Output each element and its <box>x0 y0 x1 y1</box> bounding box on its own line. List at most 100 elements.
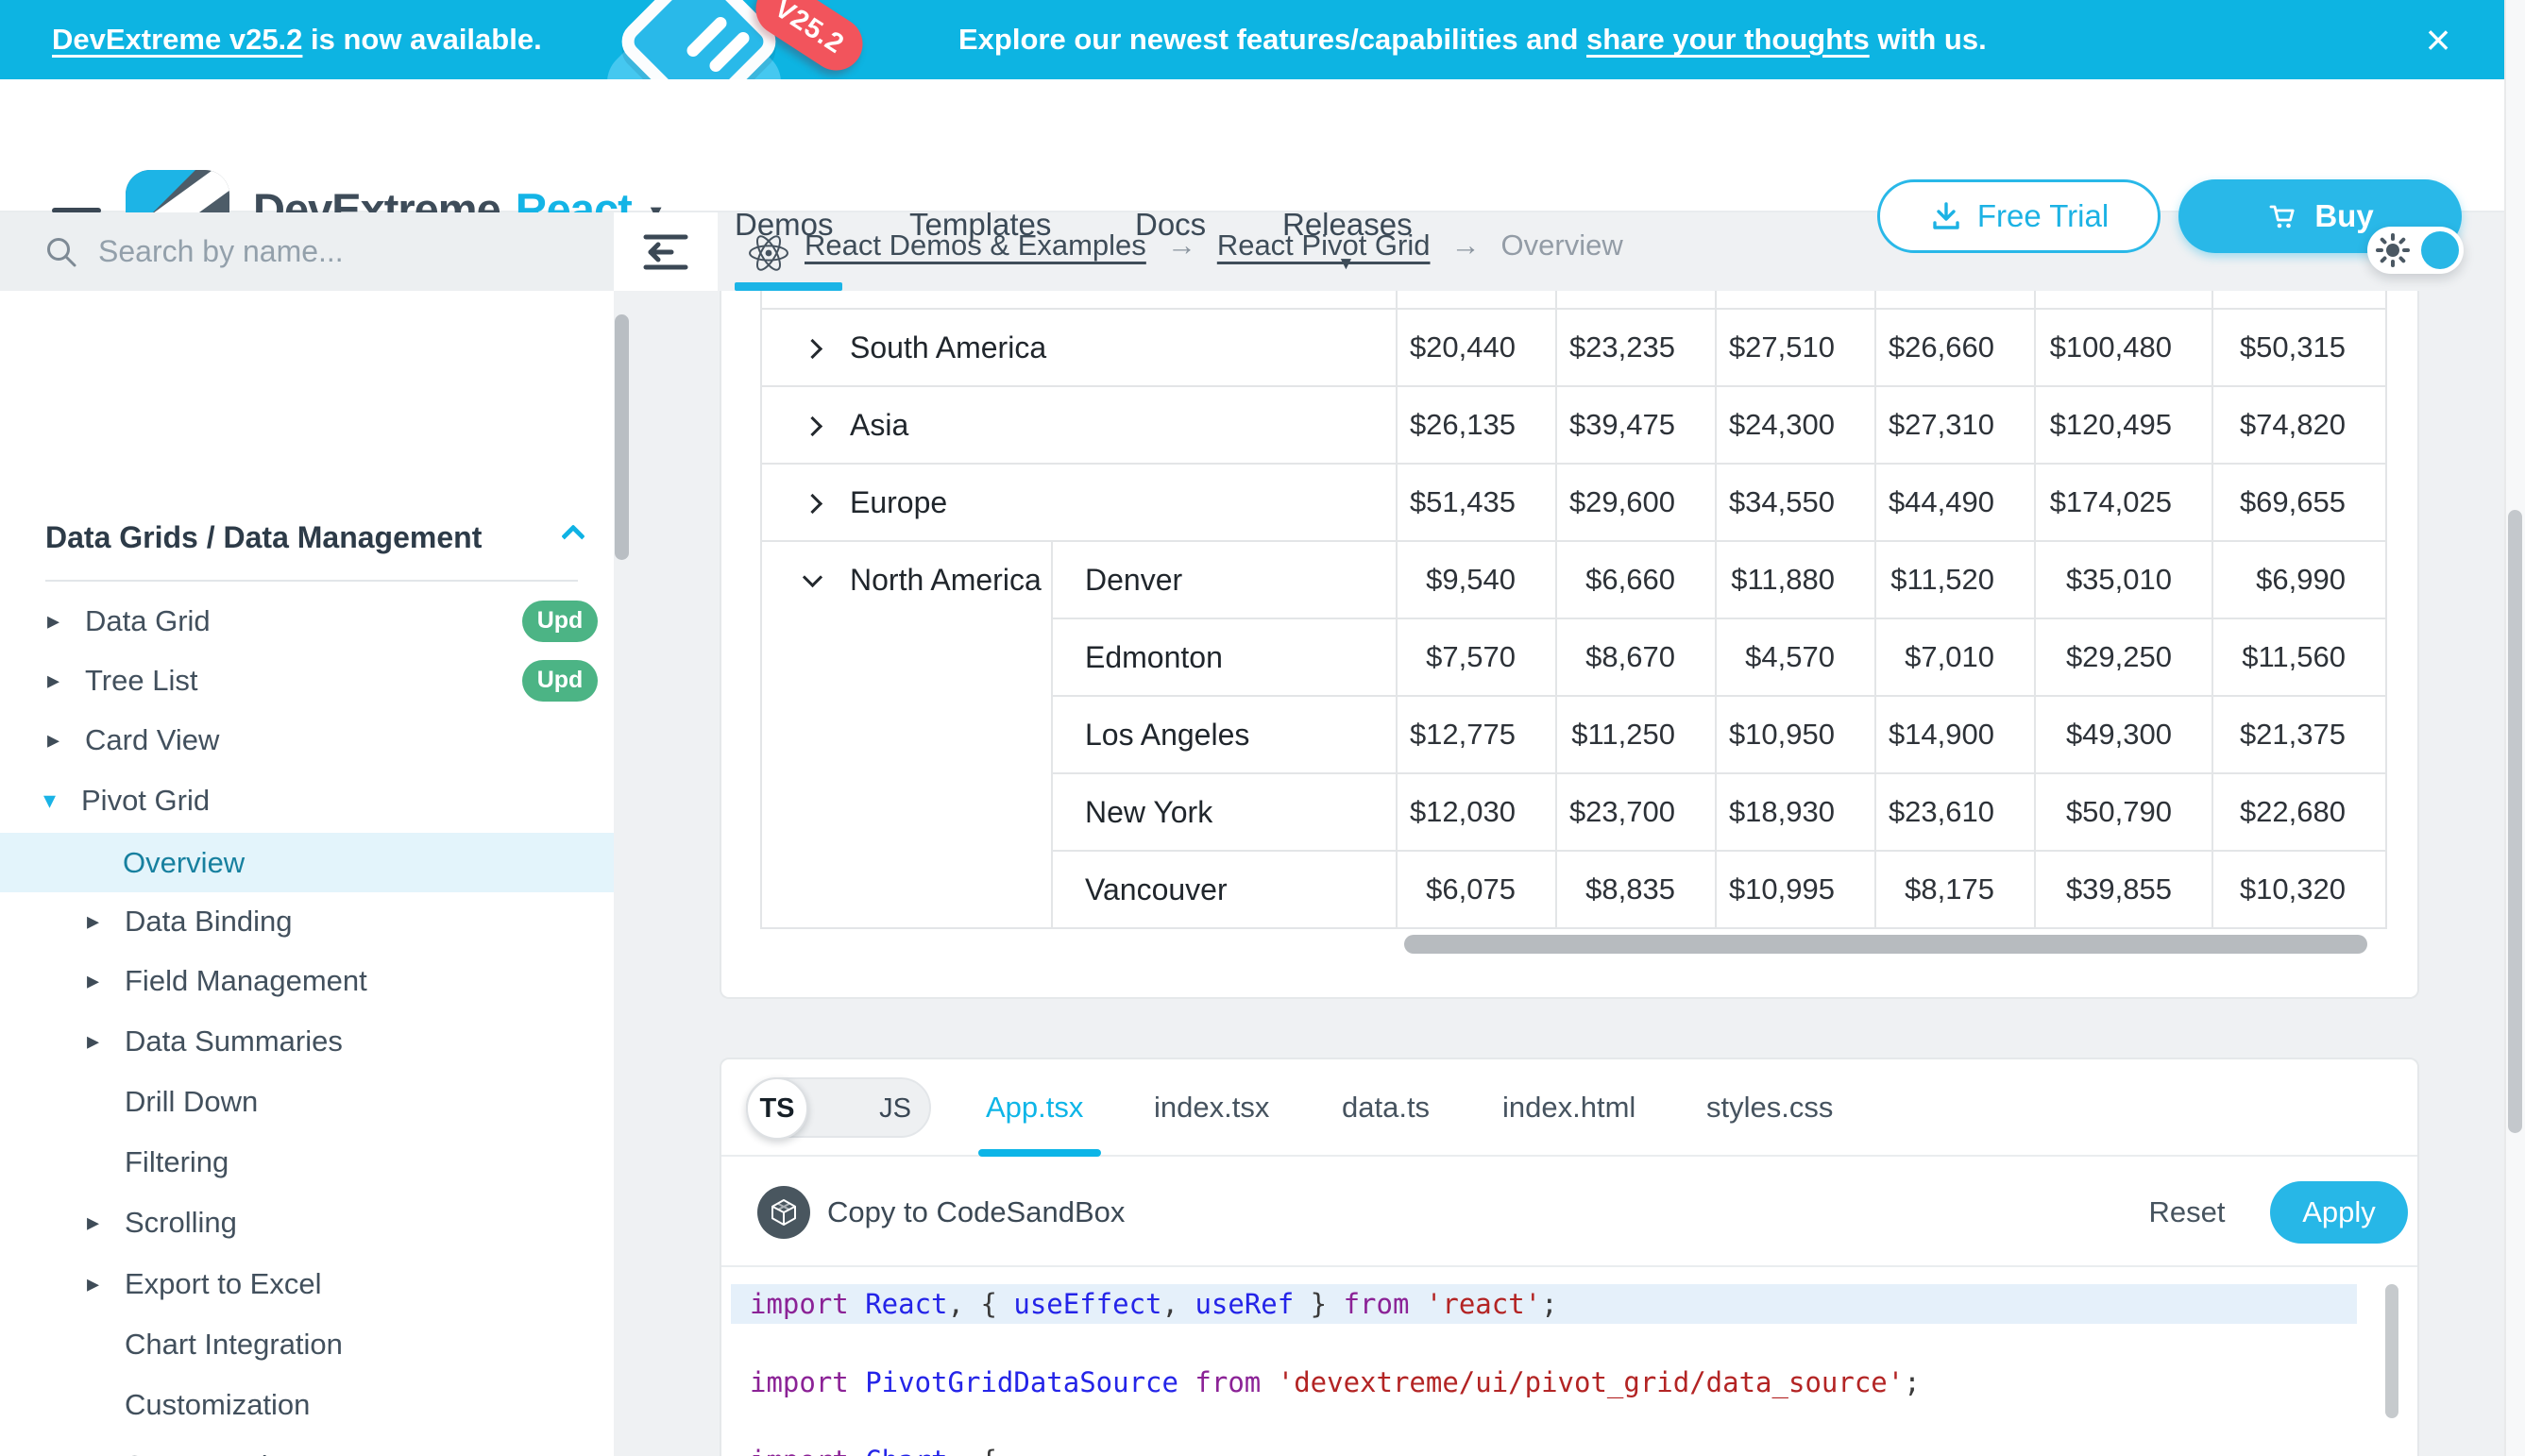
chevron-down-icon[interactable] <box>803 567 822 587</box>
share-thoughts-link[interactable]: share your thoughts <box>1586 23 1870 57</box>
row-header-city[interactable]: Denver <box>1052 541 1397 618</box>
tab-index-tsx[interactable]: index.tsx <box>1154 1091 1269 1125</box>
code-line: import Chart, { <box>731 1441 2357 1456</box>
version-link[interactable]: DevExtreme v25.2 <box>52 23 302 57</box>
cell-value: $22,680 <box>2212 773 2386 851</box>
banner-version-text: DevExtreme v25.2 is now available. <box>52 0 542 79</box>
triangle-right-icon: ▸ <box>87 1269 125 1298</box>
cell-value: $4,570 <box>1716 618 1875 696</box>
sidebar-item-export-to-excel[interactable]: ▸ Export to Excel <box>0 1254 614 1313</box>
sidebar-item-scrolling[interactable]: ▸ Scrolling <box>0 1193 614 1252</box>
pivot-grid-demo: South America $20,440 $23,235 $27,510 $2… <box>720 291 2419 999</box>
cell-value: $44,490 <box>1875 464 2035 541</box>
row-header-city[interactable]: Vancouver <box>1052 851 1397 928</box>
sidebar-item-overview[interactable]: Overview <box>0 833 614 892</box>
sidebar-scrollbar[interactable] <box>615 314 629 560</box>
chevron-right-icon[interactable] <box>803 415 822 435</box>
cell-value: $26,135 <box>1397 386 1556 464</box>
js-option[interactable]: JS <box>857 1079 933 1138</box>
breadcrumb: React Demos & Examples → React Pivot Gri… <box>805 223 1623 268</box>
cell-value: $10,995 <box>1716 851 1875 928</box>
sidebar-item-pivot-grid[interactable]: ▾ Pivot Grid <box>0 770 614 830</box>
chevron-right-icon[interactable] <box>803 493 822 513</box>
triangle-right-icon: ▸ <box>87 966 125 995</box>
table-row-europe: Europe $51,435 $29,600 $34,550 $44,490 $… <box>761 464 2386 541</box>
sidebar-item-chart-integration[interactable]: Chart Integration <box>0 1314 614 1374</box>
upd-badge: Upd <box>522 660 598 702</box>
react-icon <box>746 230 791 276</box>
theme-toggle[interactable] <box>2367 227 2464 274</box>
sidebar-item-drill-down[interactable]: Drill Down <box>0 1072 614 1131</box>
row-header-region[interactable]: Asia <box>761 386 1397 464</box>
free-trial-button[interactable]: Free Trial <box>1877 179 2161 253</box>
breadcrumb-demos-examples[interactable]: React Demos & Examples <box>805 229 1146 262</box>
table-row-denver: North America Denver $9,540 $6,660 $11,8… <box>761 541 2386 618</box>
tab-active-underline <box>978 1149 1101 1157</box>
sidebar-item-data-binding[interactable]: ▸ Data Binding <box>0 891 614 951</box>
tab-app-tsx[interactable]: App.tsx <box>986 1091 1083 1125</box>
page-scrollbar[interactable] <box>2508 510 2522 1133</box>
codesandbox-icon[interactable] <box>757 1186 810 1239</box>
cell-value: $7,010 <box>1875 618 2035 696</box>
ts-option-knob[interactable]: TS <box>746 1077 808 1140</box>
cell-value: $26,660 <box>1875 309 2035 386</box>
search-input[interactable] <box>98 234 551 269</box>
sidebar-item-data-summaries[interactable]: ▸ Data Summaries <box>0 1011 614 1071</box>
cell-value: $49,300 <box>2035 696 2212 773</box>
sidebar-item-tree-list[interactable]: ▸ Tree List Upd <box>0 651 614 710</box>
cell-value: $11,560 <box>2212 618 2386 696</box>
chevron-right-icon[interactable] <box>803 338 822 358</box>
code-tabs-row: JS TS App.tsx index.tsx data.ts index.ht… <box>721 1059 2417 1157</box>
cell-value: $29,600 <box>1556 464 1716 541</box>
cell-value: $11,880 <box>1716 541 1875 618</box>
banner-close-icon[interactable]: × <box>2410 0 2466 79</box>
code-scrollbar[interactable] <box>2385 1284 2398 1418</box>
triangle-right-icon: ▸ <box>87 906 125 936</box>
tab-index-html[interactable]: index.html <box>1502 1091 1635 1125</box>
sidebar-item-customization[interactable]: Customization <box>0 1375 614 1434</box>
collapse-sidebar-button[interactable] <box>614 212 718 291</box>
cell-value: $29,250 <box>2035 618 2212 696</box>
tab-data-ts[interactable]: data.ts <box>1342 1091 1430 1125</box>
chevron-up-icon[interactable] <box>561 524 585 548</box>
code-panel: JS TS App.tsx index.tsx data.ts index.ht… <box>720 1058 2419 1456</box>
apply-button[interactable]: Apply <box>2270 1181 2408 1244</box>
triangle-right-icon: ▸ <box>87 1208 125 1237</box>
cell-value: $8,835 <box>1556 851 1716 928</box>
collapse-panel-icon <box>643 232 688 272</box>
triangle-right-icon: ▸ <box>47 666 85 695</box>
cell-value: $39,475 <box>1556 386 1716 464</box>
sidebar-item-filtering[interactable]: Filtering <box>0 1132 614 1192</box>
copy-to-codesandbox-button[interactable]: Copy to CodeSandBox <box>827 1157 1125 1267</box>
sidebar-item-field-management[interactable]: ▸ Field Management <box>0 951 614 1010</box>
row-header-city[interactable]: Los Angeles <box>1052 696 1397 773</box>
cell-value: $23,610 <box>1875 773 2035 851</box>
cell-value: $35,010 <box>2035 541 2212 618</box>
breadcrumb-pivot-grid[interactable]: React Pivot Grid <box>1217 229 1431 262</box>
reset-button[interactable]: Reset <box>2128 1157 2245 1267</box>
cell-value: $12,775 <box>1397 696 1556 773</box>
upd-badge: Upd <box>522 601 598 642</box>
cell-value: $11,520 <box>1875 541 2035 618</box>
row-header-region[interactable]: Europe <box>761 464 1397 541</box>
row-header-city[interactable]: Edmonton <box>1052 618 1397 696</box>
cell-value: $8,670 <box>1556 618 1716 696</box>
sidebar-item-card-view[interactable]: ▸ Card View <box>0 710 614 770</box>
sun-icon <box>2376 233 2410 267</box>
code-line: import React, { useEffect, useRef } from… <box>731 1284 2357 1324</box>
horizontal-scrollbar[interactable] <box>1404 935 2367 954</box>
row-header-region-expanded[interactable]: North America <box>761 541 1052 928</box>
ts-js-toggle[interactable]: JS TS <box>746 1077 931 1138</box>
code-editor[interactable]: import React, { useEffect, useRef } from… <box>721 1267 2417 1456</box>
sidebar-item-data-grid[interactable]: ▸ Data Grid Upd <box>0 591 614 651</box>
row-header-region[interactable]: South America <box>761 309 1397 386</box>
row-header-city[interactable]: New York <box>1052 773 1397 851</box>
section-title-data-grids[interactable]: Data Grids / Data Management <box>45 520 482 555</box>
tab-styles-css[interactable]: styles.css <box>1706 1091 1833 1125</box>
page: DevExtreme v25.2 is now available. V25.2… <box>0 0 2525 1456</box>
sidebar-item-state-persistence[interactable]: State Persistence <box>0 1436 614 1456</box>
cell-value: $34,550 <box>1716 464 1875 541</box>
cart-icon <box>2266 199 2300 233</box>
cell-value: $27,510 <box>1716 309 1875 386</box>
cell-value: $50,790 <box>2035 773 2212 851</box>
